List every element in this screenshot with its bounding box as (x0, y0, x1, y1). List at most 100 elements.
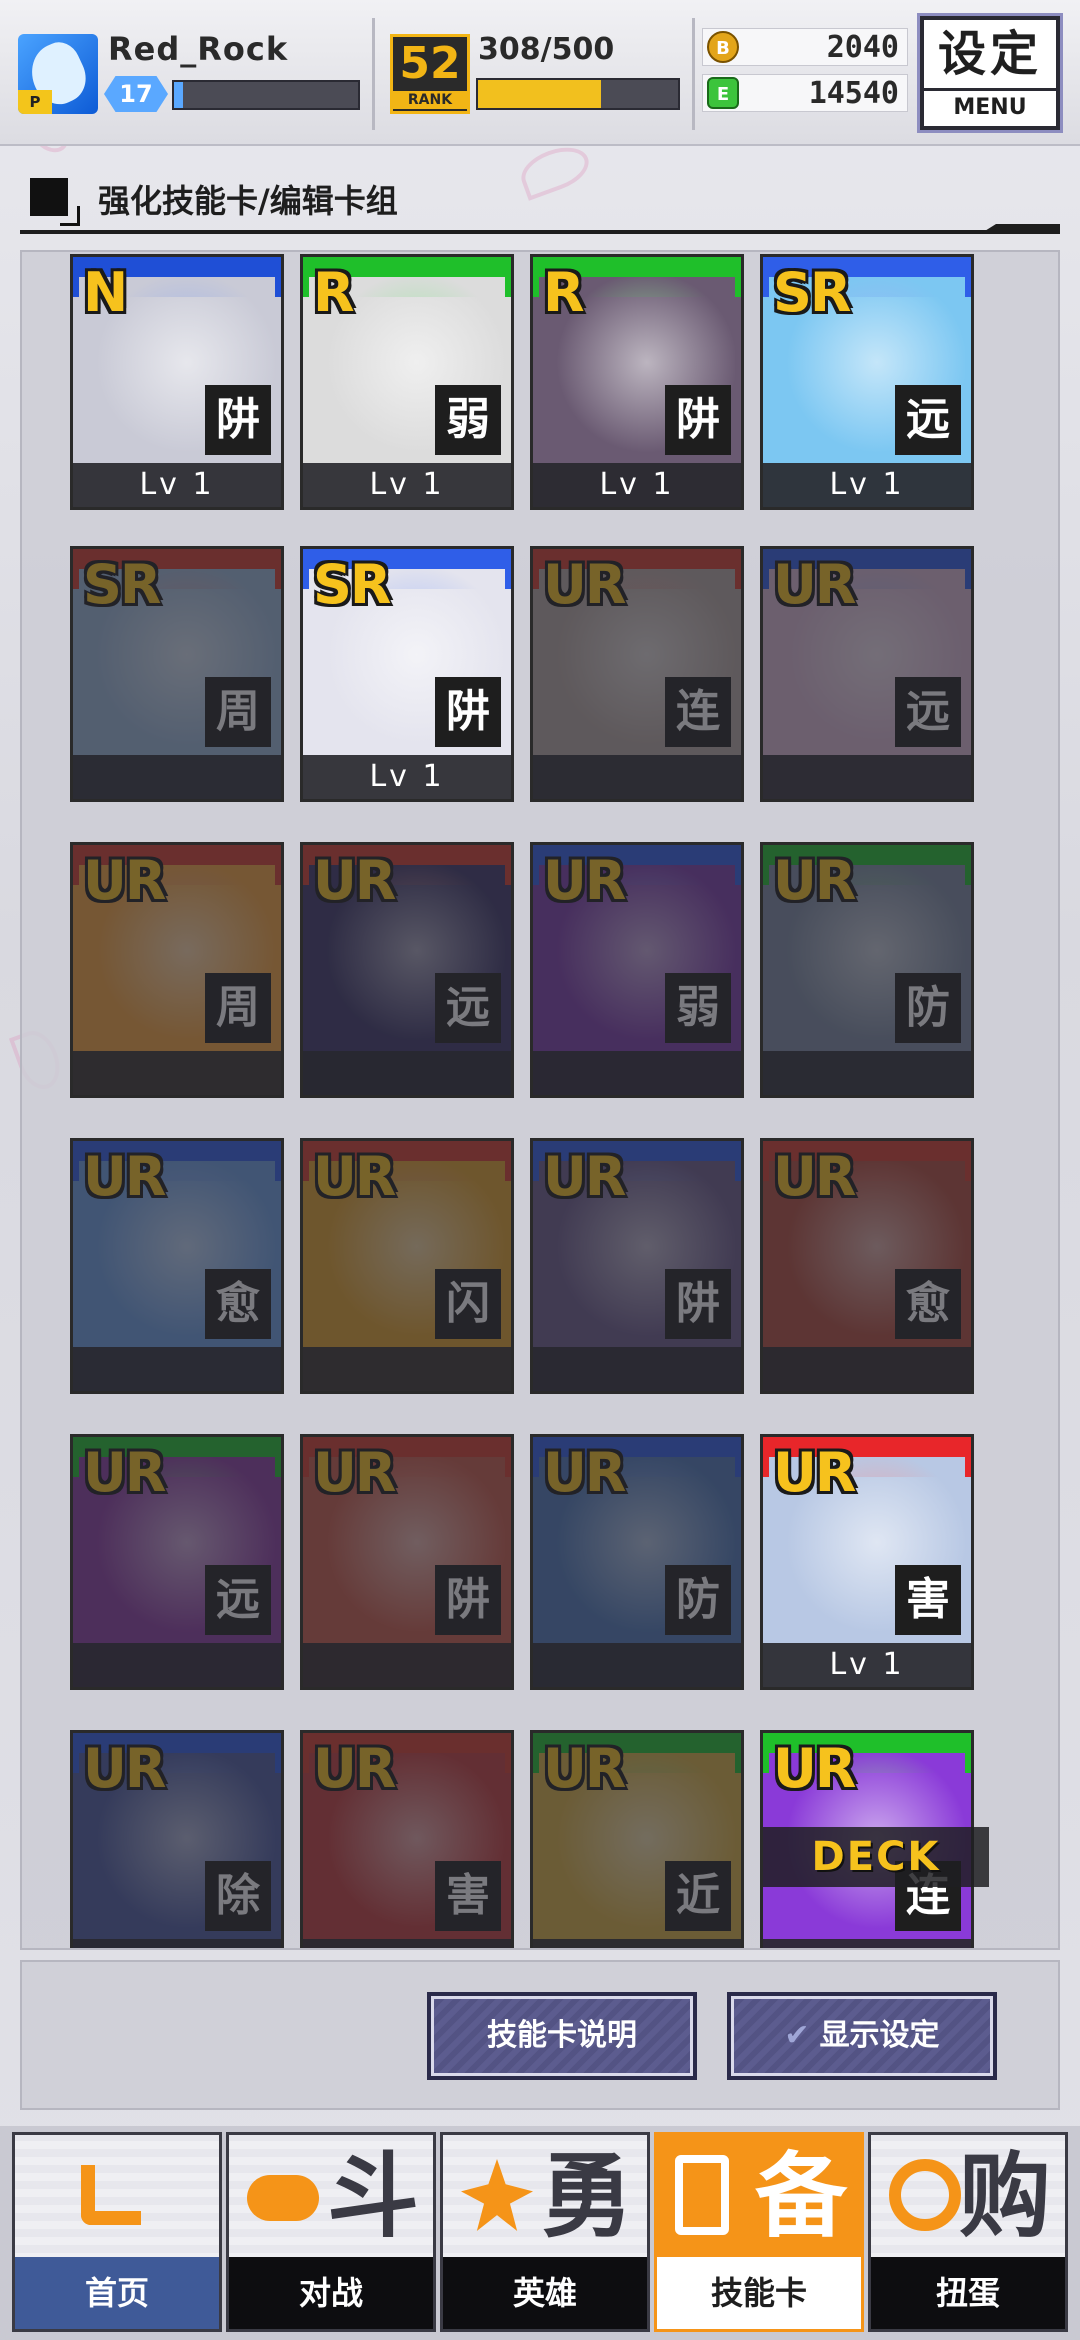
card-level (533, 1643, 741, 1687)
card-rarity: UR (313, 1441, 396, 1504)
nav-tab[interactable]: 首页 (12, 2132, 222, 2332)
card-rarity-band (303, 845, 511, 885)
player-avatar[interactable]: P (18, 34, 98, 114)
nav-big-glyph: 备 (754, 2143, 847, 2250)
nav-tab[interactable]: 勇英雄 (440, 2132, 650, 2332)
card-type-label: 近 (665, 1861, 731, 1931)
skill-card[interactable]: UR 阱 (530, 1138, 744, 1394)
card-rarity: UR (543, 849, 626, 912)
display-settings-label: 显示设定 (819, 2018, 940, 2053)
nav-tab[interactable]: 斗对战 (226, 2132, 436, 2332)
skill-card[interactable]: R 弱 Lv 1 (300, 254, 514, 510)
skill-card[interactable]: SR 阱 Lv 1 (300, 546, 514, 802)
energy-icon: E (707, 77, 739, 109)
card-type-label: 周 (205, 973, 271, 1043)
card-rarity: UR (773, 1145, 856, 1208)
skill-card[interactable]: UR 害 (300, 1730, 514, 1948)
skill-card[interactable]: UR 防 (760, 842, 974, 1098)
card-level (73, 1643, 281, 1687)
card-rarity: N (83, 261, 128, 324)
gamepad-icon (247, 2175, 319, 2221)
skill-card-grid[interactable]: N 阱 Lv 1 R 弱 Lv 1 R 阱 Lv 1 SR 远 Lv 1 SR 周 SR 阱 Lv 1 UR 连 UR… (20, 250, 1060, 1950)
nav-big-glyph: 勇 (540, 2143, 633, 2250)
skill-card[interactable]: UR 阱 (300, 1434, 514, 1690)
card-type-label: 愈 (205, 1269, 271, 1339)
card-type-label: 防 (895, 973, 961, 1043)
action-bar: 技能卡说明 ✔ 显示设定 (20, 1960, 1060, 2110)
card-rarity: UR (83, 1737, 166, 1800)
card-type-label: 愈 (895, 1269, 961, 1339)
skill-card[interactable]: N 阱 Lv 1 (70, 254, 284, 510)
card-rarity: UR (543, 553, 626, 616)
skill-card[interactable]: UR 害 Lv 1 (760, 1434, 974, 1690)
card-type-label: 阱 (435, 1565, 501, 1635)
skill-card[interactable]: UR 近 (530, 1730, 744, 1948)
card-level (303, 1939, 511, 1948)
card-level (303, 1051, 511, 1095)
skill-card[interactable]: UR 除 (70, 1730, 284, 1948)
card-type-label: 阱 (665, 385, 731, 455)
card-artwork (79, 865, 275, 1055)
skill-card[interactable]: UR 愈 (760, 1138, 974, 1394)
card-level (763, 755, 971, 799)
section-header: 强化技能卡/编辑卡组 (0, 160, 1080, 240)
nav-icon-area: 购 (871, 2135, 1065, 2261)
skill-card[interactable]: UR 连 (530, 546, 744, 802)
card-rarity: UR (83, 849, 166, 912)
card-artwork (539, 865, 735, 1055)
card-level: Lv 1 (73, 463, 281, 507)
skill-card[interactable]: UR 远 (70, 1434, 284, 1690)
card-rarity-band (763, 549, 971, 589)
card-type-label: 远 (895, 677, 961, 747)
top-status-bar: P Red_Rock 17 52 RANK 308/500 B 2040 E 1… (0, 0, 1080, 146)
card-level (73, 1347, 281, 1391)
card-rarity-band (533, 845, 741, 885)
skill-card[interactable]: SR 周 (70, 546, 284, 802)
nav-icon-area: 备 (657, 2135, 861, 2261)
card-rarity: UR (313, 1737, 396, 1800)
card-artwork (79, 1457, 275, 1647)
section-underline-tail (980, 224, 1060, 234)
xp-progress-bar (172, 80, 360, 110)
skill-card[interactable]: UR 周 (70, 842, 284, 1098)
card-level (303, 1347, 511, 1391)
rank-progress-bar (476, 78, 680, 110)
bottom-navigation: 首页斗对战勇英雄备技能卡购扭蛋 (0, 2126, 1080, 2340)
skill-card[interactable]: UR 远 (300, 842, 514, 1098)
nav-tab[interactable]: 备技能卡 (654, 2132, 864, 2332)
card-type-label: 除 (205, 1861, 271, 1931)
card-level (763, 1939, 971, 1948)
card-type-label: 阱 (205, 385, 271, 455)
display-settings-button[interactable]: ✔ 显示设定 (727, 1992, 997, 2080)
skill-card[interactable]: UR 闪 (300, 1138, 514, 1394)
skill-card[interactable]: UR 弱 (530, 842, 744, 1098)
check-icon: ✔ (784, 2018, 810, 2053)
card-rarity-band (533, 549, 741, 589)
skill-card[interactable]: R 阱 Lv 1 (530, 254, 744, 510)
divider (372, 18, 375, 130)
card-rarity: UR (543, 1737, 626, 1800)
card-type-label: 阱 (665, 1269, 731, 1339)
menu-button[interactable]: 设定 MENU (920, 16, 1060, 130)
card-rarity: UR (83, 1145, 166, 1208)
card-rarity-band (303, 1733, 511, 1773)
card-artwork (309, 1161, 505, 1351)
card-rarity-band (73, 549, 281, 589)
card-rarity: UR (773, 553, 856, 616)
nav-tab[interactable]: 购扭蛋 (868, 2132, 1068, 2332)
card-rarity-band (303, 1437, 511, 1477)
card-rarity: UR (313, 1145, 396, 1208)
card-rarity: SR (773, 261, 851, 324)
card-rarity: R (543, 261, 585, 324)
skill-card[interactable]: UR 连 DECK (760, 1730, 989, 1948)
skill-card[interactable]: SR 远 Lv 1 (760, 254, 974, 510)
card-level (533, 1347, 741, 1391)
card-artwork (79, 569, 275, 759)
skill-card[interactable]: UR 防 (530, 1434, 744, 1690)
skill-card[interactable]: UR 愈 (70, 1138, 284, 1394)
rank-number: 52 (399, 38, 461, 89)
card-rarity: UR (83, 1441, 166, 1504)
skill-card[interactable]: UR 远 (760, 546, 974, 802)
skill-card-help-button[interactable]: 技能卡说明 (427, 1992, 697, 2080)
card-rarity-band (533, 1141, 741, 1181)
